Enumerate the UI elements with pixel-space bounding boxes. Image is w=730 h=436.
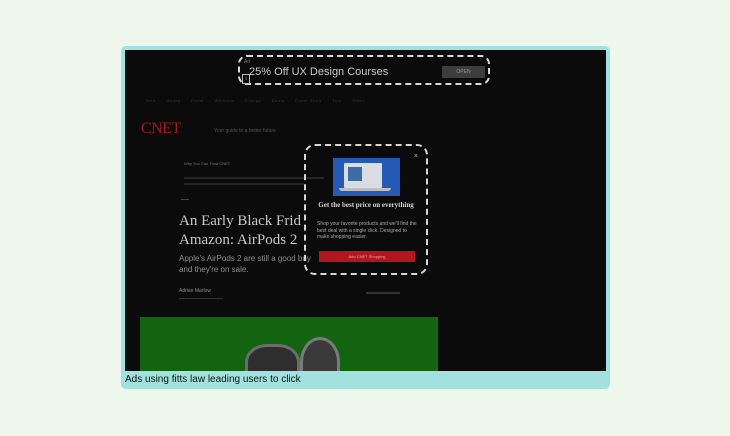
nav-item[interactable]: Tech [145,98,155,103]
byline-meta [179,298,223,299]
nav-item[interactable]: Tips [332,98,341,103]
disclosure-line [184,177,324,179]
laptop-illustration [333,158,400,196]
article-dek: Apple's AirPods 2 are still a good buy a… [179,254,311,274]
popup-body: Shop your favorite products and we'll fi… [317,221,417,240]
airpods-image [245,344,300,371]
airpods-image [300,337,340,371]
trust-link[interactable]: Why You Can Trust CNET [184,161,230,166]
share-icons[interactable] [366,292,400,294]
nav-item[interactable]: Money [166,98,181,103]
author-name[interactable]: Adrian Marlow [179,288,211,294]
dimmed-webpage: Ad i 25% Off UX Design Courses OPEN Tech… [125,50,606,371]
nav-item[interactable]: Wellness [215,98,235,103]
screenshot-frame: Ad i 25% Off UX Design Courses OPEN Tech… [121,46,610,389]
disclosure-line [184,183,304,185]
nav-item[interactable]: Video [352,98,365,103]
top-banner-ad[interactable]: Ad i 25% Off UX Design Courses OPEN [238,55,490,85]
ad-headline[interactable]: 25% Off UX Design Courses [249,66,388,78]
site-nav: Tech Money Home Wellness Energy Deals Co… [145,98,374,103]
nav-item[interactable]: Home [191,98,204,103]
hero-image [140,317,438,371]
laptop-base [339,188,391,191]
caption: Ads using fitts law leading users to cli… [125,374,301,385]
popup-title: Get the best price on everything [318,201,414,209]
site-tagline: Your guide to a better future [214,128,276,134]
divider [181,199,189,200]
shopping-extension-popup: × Get the best price on everything Shop … [304,144,428,275]
ad-open-button[interactable]: OPEN [442,66,485,78]
nav-item[interactable]: Deals [272,98,285,103]
add-extension-button[interactable]: Add CNET Shopping [319,251,415,262]
close-icon[interactable]: × [414,153,418,160]
nav-item[interactable]: Energy [245,98,261,103]
laptop-screen [344,163,382,188]
ad-badge: Ad [244,59,251,65]
cnet-logo[interactable]: CNET [141,120,181,138]
nav-item[interactable]: Cover Story [295,98,322,103]
